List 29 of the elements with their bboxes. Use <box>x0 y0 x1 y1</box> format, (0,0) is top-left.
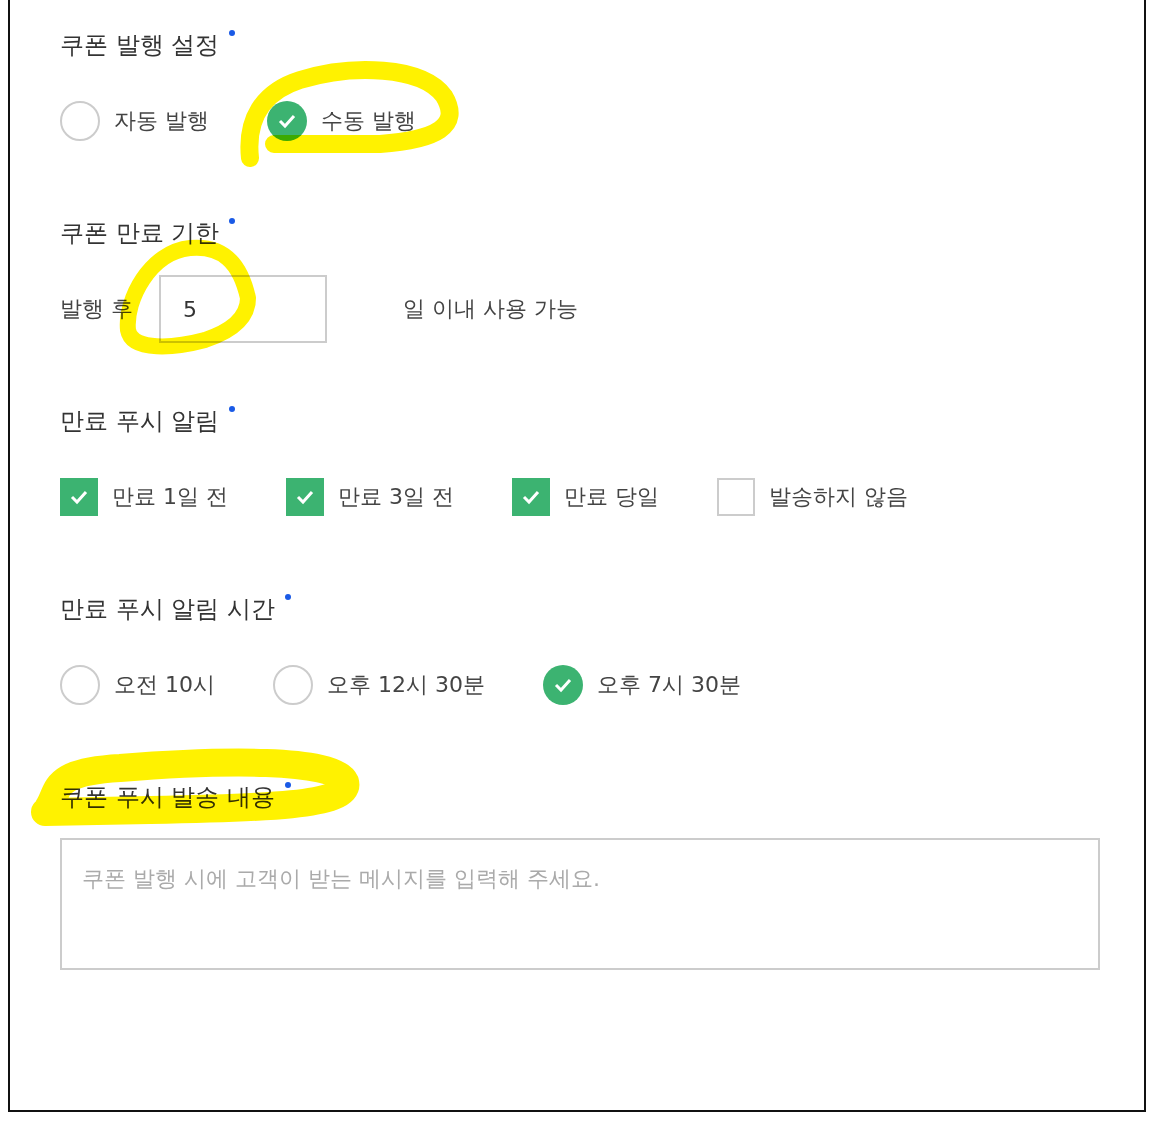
section-title: 쿠폰 만료 기한 <box>60 218 220 248</box>
check-icon <box>520 489 541 505</box>
radio-label: 수동 발행 <box>321 107 416 135</box>
radio-label: 오전 10시 <box>114 671 215 699</box>
checkbox[interactable] <box>511 478 550 516</box>
radio-label: 오후 7시 30분 <box>597 671 741 699</box>
check-icon <box>295 489 315 505</box>
checkbox[interactable] <box>60 478 98 516</box>
section-title: 쿠폰 발행 설정 <box>60 30 220 60</box>
checkbox-label: 만료 당일 <box>563 483 659 511</box>
radio-button[interactable] <box>273 665 313 705</box>
field-suffix: 일 이내 사용 가능 <box>403 295 578 323</box>
radio-button[interactable] <box>60 101 100 141</box>
checkbox-label: 만료 3일 전 <box>338 483 454 511</box>
check-icon <box>69 489 89 505</box>
radio-label: 자동 발행 <box>114 107 209 135</box>
radio-button[interactable] <box>60 665 100 705</box>
message-field[interactable]: 쿠폰 발행 시에 고객이 받는 메시지를 입력해 주세요. <box>60 838 1100 970</box>
section-title: 만료 푸시 알림 시간 <box>60 594 275 624</box>
checkbox[interactable] <box>716 478 755 516</box>
check-icon <box>553 677 573 693</box>
days-input[interactable]: 5 <box>159 275 327 343</box>
checkbox[interactable] <box>286 478 324 516</box>
check-icon <box>277 113 297 129</box>
radio-button[interactable] <box>543 665 583 705</box>
checkbox-label: 만료 1일 전 <box>112 483 228 511</box>
checkbox-label: 발송하지 않음 <box>768 483 908 511</box>
section-title: 만료 푸시 알림 <box>60 406 220 436</box>
radio-label: 오후 12시 30분 <box>327 671 485 699</box>
